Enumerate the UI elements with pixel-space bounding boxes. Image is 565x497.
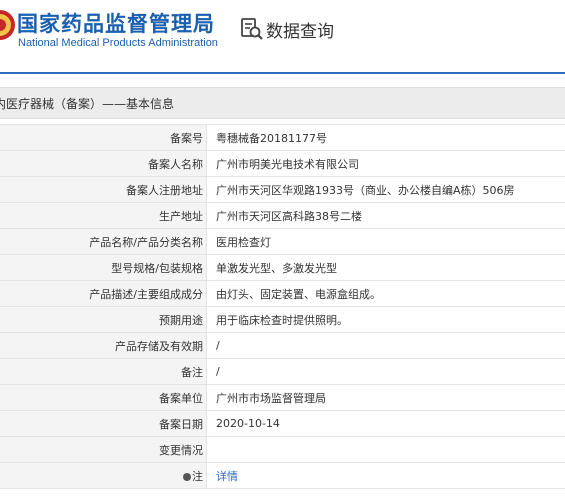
table-row: 生产地址 广州市天河区高科路38号二楼 [0,202,565,229]
field-label-note: 注 [0,462,207,489]
field-value: 由灯头、固定装置、电源盒组成。 [206,280,565,307]
field-label: 产品描述/主要组成成分 [0,280,207,307]
field-label: 备案号 [0,124,207,151]
site-header: 国家药品监督管理局 National Medical Products Admi… [0,0,565,72]
field-value: 单激发光型、多激发光型 [206,254,565,281]
site-name-en: National Medical Products Administration [18,37,218,49]
field-label: 预期用途 [0,306,207,333]
field-value: 广州市天河区高科路38号二楼 [206,202,565,229]
field-label: 型号规格/包装规格 [0,254,207,281]
field-label: 备案单位 [0,384,207,411]
section-header: 内医疗器械（备案）——基本信息 [0,87,565,119]
page: 国家药品监督管理局 National Medical Products Admi… [0,0,565,497]
record-detail-table: 备案号 粤穗械备20181177号 备案人名称 广州市明美光电技术有限公司 备案… [0,124,565,489]
table-row: 产品描述/主要组成成分 由灯头、固定装置、电源盒组成。 [0,280,565,307]
table-row: 产品存储及有效期 / [0,332,565,359]
nmpa-emblem-icon [0,10,15,40]
field-value: / [206,358,565,385]
table-row: 备案号 粤穗械备20181177号 [0,124,565,151]
table-row: 型号规格/包装规格 单激发光型、多激发光型 [0,254,565,281]
field-value: 粤穗械备20181177号 [206,124,565,151]
field-value: 详情 [206,462,565,489]
table-row: 备案日期 2020-10-14 [0,410,565,437]
table-row: 备注 / [0,358,565,385]
details-link[interactable]: 详情 [216,470,238,483]
field-value: 广州市市场监督管理局 [206,384,565,411]
field-label: 生产地址 [0,202,207,229]
table-row: 备案单位 广州市市场监督管理局 [0,384,565,411]
note-label: 注 [192,469,203,483]
field-value: / [206,332,565,359]
field-label: 产品名称/产品分类名称 [0,228,207,255]
section-title: 内医疗器械（备案）——基本信息 [0,97,175,111]
pin-icon [183,472,191,481]
field-value: 医用检查灯 [206,228,565,255]
document-search-icon [241,18,263,40]
data-query-title: 数据查询 [266,22,334,42]
field-value [206,436,565,463]
field-label: 备注 [0,358,207,385]
field-label: 变更情况 [0,436,207,463]
field-label: 备案日期 [0,410,207,437]
table-row: 变更情况 [0,436,565,463]
table-row: 预期用途 用于临床检查时提供照明。 [0,306,565,333]
table-row: 产品名称/产品分类名称 医用检查灯 [0,228,565,255]
table-row: 备案人名称 广州市明美光电技术有限公司 [0,150,565,177]
field-value: 广州市天河区华观路1933号（商业、办公楼自编A栋）506房 [206,176,565,203]
field-label: 产品存储及有效期 [0,332,207,359]
field-value: 广州市明美光电技术有限公司 [206,150,565,177]
table-row: 备案人注册地址 广州市天河区华观路1933号（商业、办公楼自编A栋）506房 [0,176,565,203]
site-name-cn[interactable]: 国家药品监督管理局 [17,8,215,38]
header-divider [0,72,565,74]
field-label: 备案人名称 [0,150,207,177]
field-value: 用于临床检查时提供照明。 [206,306,565,333]
field-label: 备案人注册地址 [0,176,207,203]
field-value: 2020-10-14 [206,410,565,437]
table-row: 注 详情 [0,462,565,489]
